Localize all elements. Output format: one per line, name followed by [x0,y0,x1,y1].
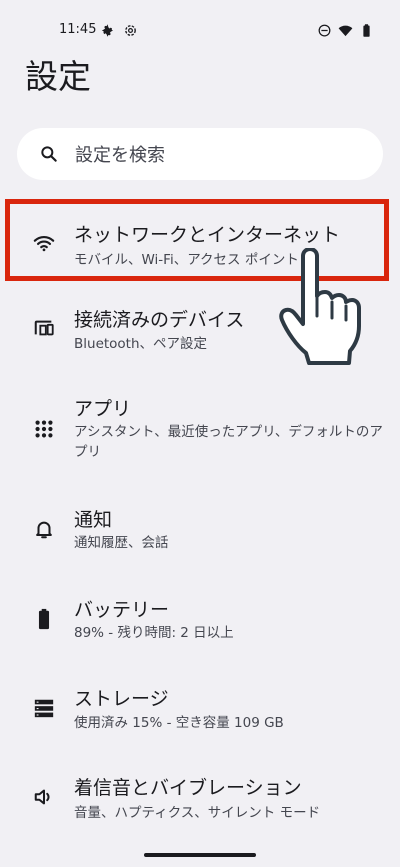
storage-icon [34,699,54,718]
setting-title: 通知 [74,509,113,531]
setting-item-storage[interactable]: ストレージ 使用済み 15% - 空き容量 109 GB [0,676,400,756]
connected-devices-icon [34,320,54,336]
setting-title: 接続済みのデバイス [74,309,245,331]
battery-icon [38,608,50,630]
setting-item-sound[interactable]: 着信音とバイブレーション 音量、ハプティクス、サイレント モード [0,766,400,846]
setting-subtitle: 通知履歴、会話 [74,535,169,551]
setting-title: アプリ [74,398,132,420]
do-not-disturb-icon [318,24,331,37]
wifi-icon [338,25,353,37]
status-time: 11:45 [59,22,97,37]
setting-subtitle: 使用済み 15% - 空き容量 109 GB [74,715,284,731]
pointing-hand-icon [279,248,361,365]
setting-item-apps[interactable]: アプリ アシスタント、最近使ったアプリ、デフォルトのアプリ [0,392,400,472]
setting-title: 着信音とバイブレーション [74,777,302,799]
bell-icon [36,521,52,539]
page-title: 設定 [25,57,91,96]
apps-grid-icon [35,420,53,438]
setting-title: バッテリー [74,599,170,621]
setting-subtitle: アシスタント、最近使ったアプリ、デフォルトのアプリ [74,424,383,460]
navigation-handle[interactable] [144,853,256,857]
search-bar[interactable]: 設定を検索 [17,128,383,180]
setting-item-battery[interactable]: バッテリー 89% - 残り時間: 2 日以上 [0,586,400,666]
setting-subtitle: 音量、ハプティクス、サイレント モード [74,805,321,821]
battery-icon [363,24,370,37]
status-right-icons [317,23,374,38]
setting-item-notifications[interactable]: 通知 通知履歴、会話 [0,496,400,576]
search-icon [41,146,57,162]
search-placeholder: 設定を検索 [75,145,165,166]
volume-icon [34,789,50,805]
setting-subtitle: 89% - 残り時間: 2 日以上 [74,625,234,641]
settings-cog-icon [125,25,136,36]
gear-icon [101,24,114,37]
setting-title: ストレージ [74,688,169,710]
status-left-icons [100,23,138,38]
